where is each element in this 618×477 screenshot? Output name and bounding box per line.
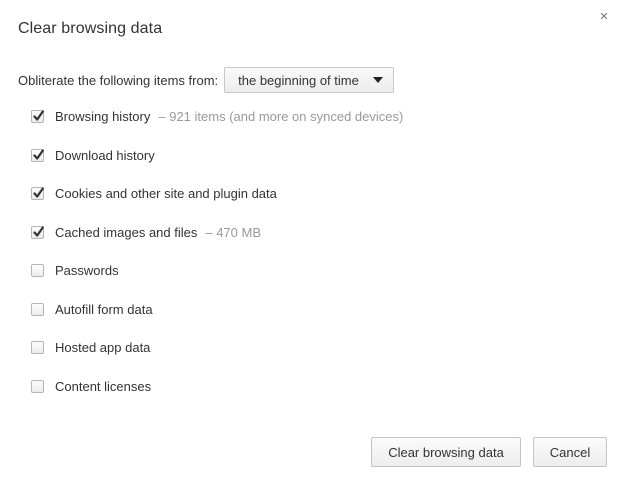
dialog-footer: Clear browsing data Cancel xyxy=(371,437,607,467)
option-label: Cookies and other site and plugin data xyxy=(55,186,277,201)
checkbox-download-history[interactable] xyxy=(31,148,44,162)
option-label: Autofill form data xyxy=(55,301,153,317)
option-label: Cached images and files xyxy=(55,224,198,240)
checkmark-icon xyxy=(33,187,44,198)
option-autofill[interactable]: Autofill form data xyxy=(31,301,403,340)
time-range-label: Obliterate the following items from: xyxy=(18,72,219,88)
cancel-button[interactable]: Cancel xyxy=(533,437,607,467)
close-icon[interactable]: × xyxy=(596,9,612,25)
option-cached-images[interactable]: Cached images and files – 470 MB xyxy=(31,224,403,263)
option-label: Content licenses xyxy=(55,378,152,394)
dropdown-arrow-icon xyxy=(372,77,383,83)
checkmark-icon xyxy=(33,225,44,237)
option-label: Browsing history xyxy=(55,109,151,124)
option-label: Download history xyxy=(55,147,155,163)
time-range-selected-value: the beginning of time xyxy=(238,72,359,88)
checkmark-icon xyxy=(33,148,44,160)
time-range-row: Obliterate the following items from: the… xyxy=(18,66,394,94)
option-hosted-app-data[interactable]: Hosted app data xyxy=(31,339,403,378)
option-download-history[interactable]: Download history xyxy=(31,147,403,186)
clear-browsing-data-dialog: Clear browsing data × Obliterate the fol… xyxy=(0,0,618,477)
checkmark-icon xyxy=(33,110,44,121)
checkbox-content-licenses[interactable] xyxy=(31,379,44,393)
checkbox-browsing-history[interactable] xyxy=(31,110,44,123)
option-browsing-history[interactable]: Browsing history – 921 items (and more o… xyxy=(31,108,403,147)
checkbox-cookies[interactable] xyxy=(31,187,44,200)
checkbox-hosted-app-data[interactable] xyxy=(31,341,44,354)
option-label: Passwords xyxy=(55,263,119,278)
option-content-licenses[interactable]: Content licenses xyxy=(31,378,403,417)
option-label: Hosted app data xyxy=(55,340,151,355)
option-cookies[interactable]: Cookies and other site and plugin data xyxy=(31,185,403,224)
option-detail: – 470 MB xyxy=(205,224,262,240)
data-type-list: Browsing history – 921 items (and more o… xyxy=(31,108,403,416)
checkbox-cached-images[interactable] xyxy=(31,225,44,239)
option-passwords[interactable]: Passwords xyxy=(31,262,403,301)
checkbox-autofill[interactable] xyxy=(31,302,44,316)
checkbox-passwords[interactable] xyxy=(31,264,44,277)
time-range-select[interactable]: the beginning of time xyxy=(224,67,394,93)
option-detail: – 921 items (and more on synced devices) xyxy=(158,109,404,124)
dialog-title: Clear browsing data xyxy=(18,20,163,37)
clear-browsing-data-button[interactable]: Clear browsing data xyxy=(371,437,521,467)
